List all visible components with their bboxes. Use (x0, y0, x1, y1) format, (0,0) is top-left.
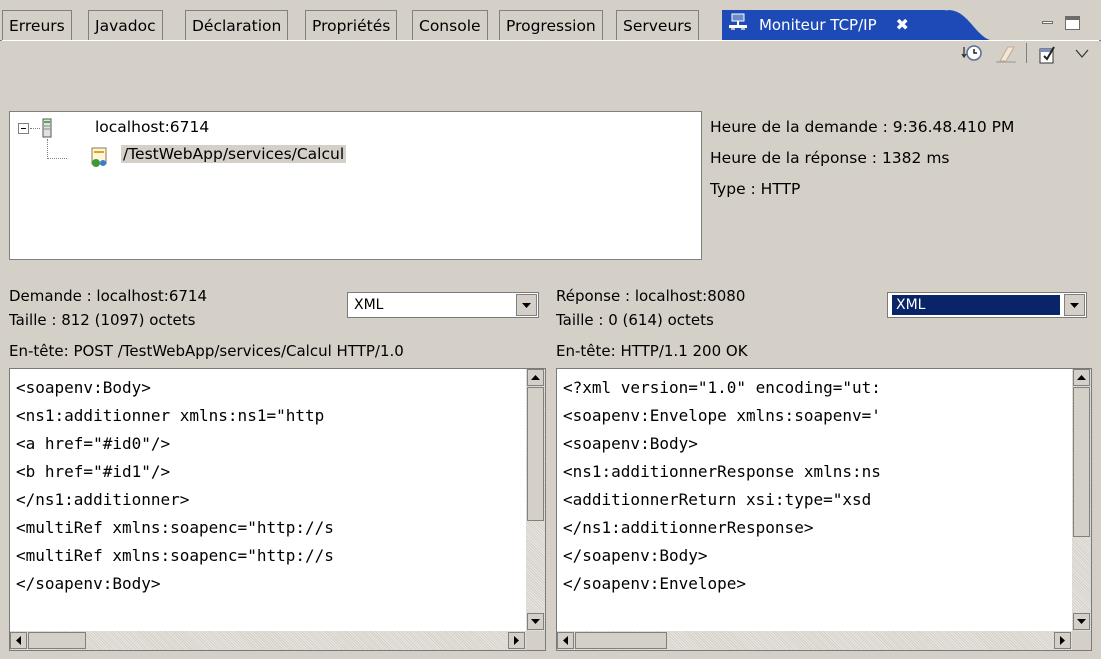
request-header: En-tête: POST /TestWebApp/services/Calcu… (9, 342, 404, 360)
scroll-down-arrow-icon[interactable] (1073, 613, 1090, 630)
toolbar-separator (1026, 43, 1027, 63)
scroll-corner (526, 631, 545, 650)
tab-declaration[interactable]: Déclaration (185, 10, 289, 40)
code-line: <multiRef xmlns:soapenc="http://s (16, 518, 334, 537)
request-format-select[interactable]: XML (347, 292, 539, 318)
response-title: Réponse : localhost:8080 (556, 287, 746, 305)
code-line: <soapenv:Body> (563, 434, 698, 453)
request-icon (90, 146, 110, 167)
code-line: <additionnerReturn xsi:type="xsd (563, 490, 872, 509)
request-vertical-scrollbar[interactable] (526, 369, 545, 631)
tab-moniteur-label: Moniteur TCP/IP (758, 16, 877, 34)
scroll-left-arrow-icon[interactable] (557, 632, 574, 649)
scroll-thumb[interactable] (28, 632, 86, 649)
tab-progression[interactable]: Progression (499, 10, 603, 40)
tree-service-label[interactable]: /TestWebApp/services/Calcul (121, 145, 347, 163)
close-tab-icon[interactable]: ✖ (896, 15, 909, 34)
server-icon (42, 118, 52, 138)
scroll-thumb[interactable] (575, 632, 667, 649)
minimize-view-button[interactable] (1040, 16, 1055, 30)
request-title: Demande : localhost:6714 (9, 287, 207, 305)
request-time: Heure de la demande : 9:36.48.410 PM (710, 118, 1015, 136)
maximize-view-button[interactable] (1065, 16, 1080, 30)
response-time: Heure de la réponse : 1382 ms (710, 149, 950, 167)
maximize-icon (1066, 17, 1079, 20)
chevron-down-icon[interactable] (1064, 294, 1085, 316)
request-size: Taille : 812 (1097) octets (9, 311, 196, 329)
code-line: <?xml version="1.0" encoding="ut: (563, 378, 881, 397)
tree-host-label[interactable]: localhost:6714 (95, 118, 209, 136)
view-toolbar (2, 40, 1099, 64)
response-format-select[interactable]: XML (887, 292, 1087, 318)
clear-icon[interactable] (994, 44, 1016, 63)
code-line: </soapenv:Body> (563, 546, 708, 565)
response-horizontal-scrollbar[interactable] (557, 631, 1072, 650)
scroll-up-arrow-icon[interactable] (1073, 369, 1090, 386)
scroll-thumb[interactable] (1073, 387, 1090, 537)
tab-serveurs[interactable]: Serveurs (616, 10, 699, 40)
code-line: <soapenv:Body> (16, 378, 151, 397)
view-menu-icon[interactable] (1075, 45, 1089, 58)
scroll-left-arrow-icon[interactable] (10, 632, 27, 649)
minimize-icon (1042, 21, 1053, 24)
response-header: En-tête: HTTP/1.1 200 OK (556, 342, 748, 360)
request-horizontal-scrollbar[interactable] (10, 631, 526, 650)
code-line: <b href="#id1"/> (16, 462, 171, 481)
code-line: <ns1:additionner xmlns:ns1="http (16, 406, 325, 425)
response-content[interactable]: <?xml version="1.0" encoding="ut: <soape… (556, 368, 1092, 651)
code-line: </soapenv:Envelope> (563, 574, 747, 593)
collapse-toggle-icon[interactable] (18, 123, 29, 134)
scroll-thumb[interactable] (527, 387, 544, 521)
network-monitor-icon (728, 11, 748, 41)
connection-type: Type : HTTP (710, 180, 801, 198)
code-line: <soapenv:Envelope xmlns:soapenv=' (563, 406, 881, 425)
scroll-corner (1072, 631, 1091, 650)
scroll-up-arrow-icon[interactable] (527, 369, 544, 386)
tab-console[interactable]: Console (412, 10, 488, 40)
response-size: Taille : 0 (614) octets (556, 311, 714, 329)
scroll-down-arrow-icon[interactable] (527, 613, 544, 630)
history-icon[interactable] (960, 44, 984, 62)
tab-moniteur-tcpip[interactable]: Moniteur TCP/IP ✖ (722, 10, 962, 41)
code-line: <multiRef xmlns:soapenc="http://s (16, 546, 334, 565)
response-format-value: XML (892, 295, 1060, 315)
tree-connector-vertical (47, 139, 49, 159)
tree-connector-horizontal (47, 158, 67, 159)
scroll-right-arrow-icon[interactable] (1054, 632, 1071, 649)
response-vertical-scrollbar[interactable] (1072, 369, 1091, 631)
request-format-value: XML (354, 297, 384, 313)
chevron-down-icon[interactable] (516, 294, 537, 316)
scroll-right-arrow-icon[interactable] (508, 632, 525, 649)
tree-connector (30, 128, 40, 129)
tab-proprietes[interactable]: Propriétés (305, 10, 398, 40)
request-content[interactable]: <soapenv:Body> <ns1:additionner xmlns:ns… (9, 368, 546, 651)
code-line: <ns1:additionnerResponse xmlns:ns (563, 462, 881, 481)
tab-erreurs[interactable]: Erreurs (2, 10, 72, 40)
code-line: <a href="#id0"/> (16, 434, 171, 453)
code-line: </ns1:additionner> (16, 490, 190, 509)
request-tree[interactable]: localhost:6714 /TestWebApp/services/Calc… (9, 111, 702, 260)
code-line: </ns1:additionnerResponse> (563, 518, 814, 537)
properties-icon[interactable] (1036, 43, 1058, 64)
code-line: </soapenv:Body> (16, 574, 161, 593)
tab-javadoc[interactable]: Javadoc (88, 10, 163, 40)
tab-curve-decoration (948, 10, 996, 41)
